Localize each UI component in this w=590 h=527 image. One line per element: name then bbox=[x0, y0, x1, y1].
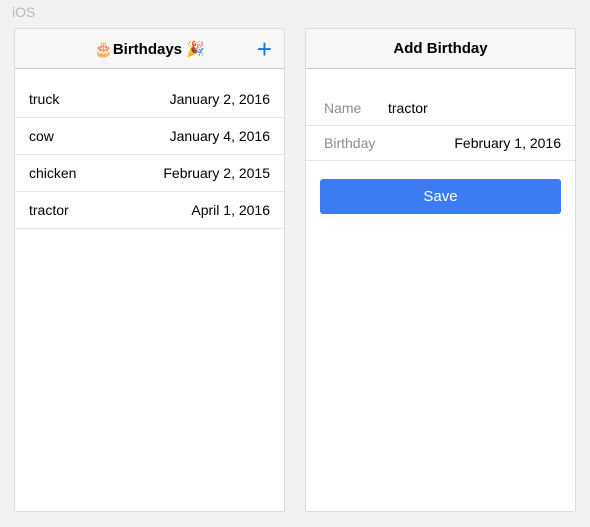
list-item-date: January 4, 2016 bbox=[170, 128, 270, 144]
nav-bar: 🎂Birthdays 🎉 + bbox=[15, 29, 284, 69]
name-field[interactable]: tractor bbox=[388, 100, 561, 116]
list-item-name: cow bbox=[29, 128, 54, 144]
name-row[interactable]: Name tractor bbox=[306, 91, 575, 126]
list-item-name: tractor bbox=[29, 202, 69, 218]
add-birthday-screen: Add Birthday Name tractor Birthday Febru… bbox=[305, 28, 576, 512]
nav-bar: Add Birthday bbox=[306, 29, 575, 69]
screens-container: 🎂Birthdays 🎉 + truck January 2, 2016 cow… bbox=[0, 0, 590, 526]
birthdays-list-screen: 🎂Birthdays 🎉 + truck January 2, 2016 cow… bbox=[14, 28, 285, 512]
name-label: Name bbox=[324, 100, 388, 116]
birthdays-list: truck January 2, 2016 cow January 4, 201… bbox=[15, 69, 284, 511]
add-birthday-form: Name tractor Birthday February 1, 2016 S… bbox=[306, 69, 575, 511]
page-title: 🎂Birthdays 🎉 bbox=[94, 40, 205, 58]
birthday-label: Birthday bbox=[324, 135, 388, 151]
list-item-name: truck bbox=[29, 91, 59, 107]
page-title: Add Birthday bbox=[393, 40, 487, 57]
add-button[interactable]: + bbox=[257, 36, 272, 62]
platform-label: iOS bbox=[12, 4, 35, 20]
list-item[interactable]: tractor April 1, 2016 bbox=[15, 192, 284, 229]
list-item[interactable]: cow January 4, 2016 bbox=[15, 118, 284, 155]
list-item-name: chicken bbox=[29, 165, 76, 181]
save-button[interactable]: Save bbox=[320, 179, 561, 214]
list-item-date: January 2, 2016 bbox=[170, 91, 270, 107]
birthday-field[interactable]: February 1, 2016 bbox=[388, 135, 561, 151]
list-item-date: April 1, 2016 bbox=[191, 202, 270, 218]
plus-icon: + bbox=[257, 34, 272, 64]
list-item[interactable]: truck January 2, 2016 bbox=[15, 81, 284, 118]
list-item-date: February 2, 2015 bbox=[163, 165, 270, 181]
list-item[interactable]: chicken February 2, 2015 bbox=[15, 155, 284, 192]
birthday-row[interactable]: Birthday February 1, 2016 bbox=[306, 126, 575, 161]
